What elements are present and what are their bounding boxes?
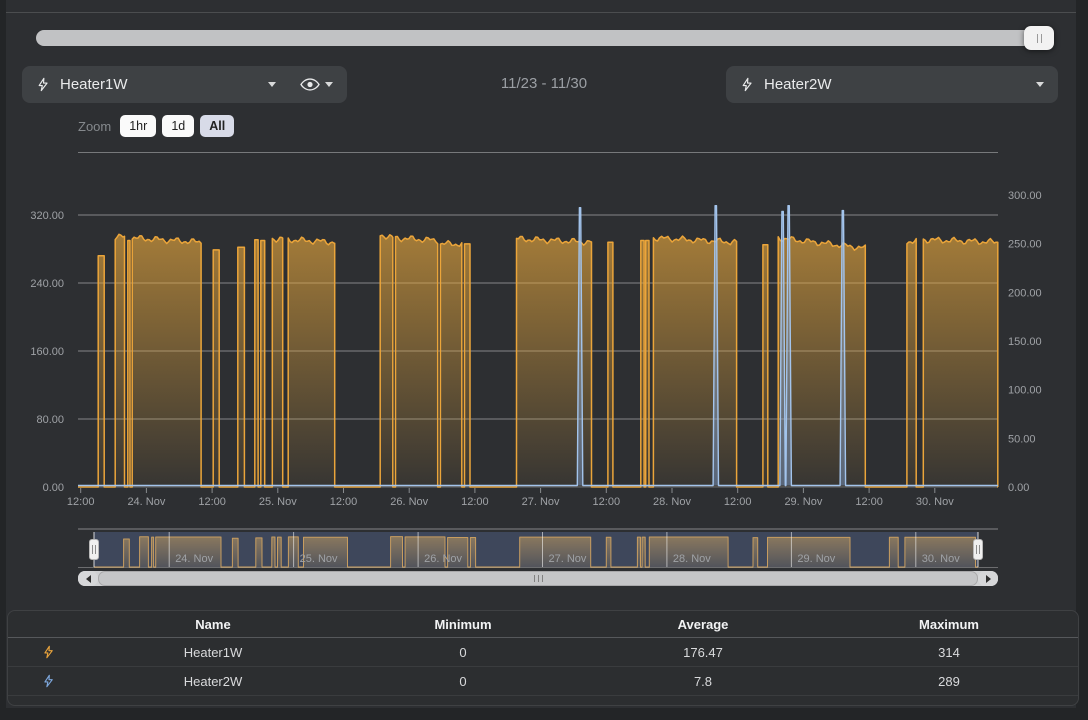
zoom-controls: Zoom 1hr 1d All xyxy=(78,115,240,137)
svg-text:100.00: 100.00 xyxy=(1008,385,1042,397)
navigator-handle-right[interactable] xyxy=(973,539,983,560)
grip-line xyxy=(92,545,93,554)
top-scrollbar[interactable] xyxy=(36,30,1052,46)
svg-text:320.00: 320.00 xyxy=(30,210,64,222)
row-max: 289 xyxy=(818,674,1079,689)
sensor-right-label: Heater2W xyxy=(764,76,832,93)
svg-text:12:00: 12:00 xyxy=(855,496,883,508)
svg-text:12:00: 12:00 xyxy=(67,496,95,508)
svg-text:12:00: 12:00 xyxy=(593,496,621,508)
arrow-left-icon xyxy=(86,575,91,583)
svg-text:300.00: 300.00 xyxy=(1008,190,1042,202)
svg-text:0.00: 0.00 xyxy=(43,482,64,494)
svg-text:26. Nov: 26. Nov xyxy=(390,496,428,508)
row-avg: 176.47 xyxy=(588,645,818,660)
table-header-row: Name Minimum Average Maximum xyxy=(8,611,1078,638)
zoom-1hr-button[interactable]: 1hr xyxy=(120,115,156,137)
sensor-right-dropdown[interactable]: Heater2W xyxy=(726,66,1058,103)
svg-text:0.00: 0.00 xyxy=(1008,482,1029,494)
svg-text:50.00: 50.00 xyxy=(1008,433,1036,445)
chevron-down-icon xyxy=(1036,82,1044,87)
svg-text:26. Nov: 26. Nov xyxy=(424,553,462,565)
header-maximum: Maximum xyxy=(818,617,1079,632)
svg-text:160.00: 160.00 xyxy=(30,346,64,358)
zoom-label: Zoom xyxy=(78,119,111,134)
svg-text:24. Nov: 24. Nov xyxy=(127,496,165,508)
grip-line xyxy=(542,575,543,582)
header-name: Name xyxy=(88,617,338,632)
icon-cell xyxy=(8,644,88,660)
zoom-1d-button[interactable]: 1d xyxy=(162,115,194,137)
table-row-heater1w: Heater1W 0 176.47 314 xyxy=(8,638,1078,667)
svg-text:24. Nov: 24. Nov xyxy=(175,553,213,565)
svg-text:150.00: 150.00 xyxy=(1008,336,1042,348)
grip-line xyxy=(976,545,977,554)
svg-text:27. Nov: 27. Nov xyxy=(522,496,560,508)
row-max: 314 xyxy=(818,645,1079,660)
svg-text:80.00: 80.00 xyxy=(36,414,64,426)
grip-line xyxy=(1037,34,1038,43)
stats-table: Name Minimum Average Maximum Heater1W 0 … xyxy=(7,610,1079,706)
main-chart[interactable]: 0.00 80.00 160.00 240.00 320.00 0.00 50.00 100.… xyxy=(0,150,1088,515)
svg-text:30. Nov: 30. Nov xyxy=(922,553,960,565)
row-min: 0 xyxy=(338,674,588,689)
svg-text:12:00: 12:00 xyxy=(461,496,489,508)
grip-line xyxy=(534,575,535,582)
svg-text:250.00: 250.00 xyxy=(1008,239,1042,251)
grip-line xyxy=(979,545,980,554)
svg-text:200.00: 200.00 xyxy=(1008,287,1042,299)
svg-text:30. Nov: 30. Nov xyxy=(916,496,954,508)
scrollbar-thumb[interactable] xyxy=(98,571,978,586)
svg-text:12:00: 12:00 xyxy=(724,496,752,508)
icon-cell xyxy=(8,673,88,689)
row-name: Heater1W xyxy=(88,645,338,660)
lightning-bolt-icon xyxy=(42,673,55,689)
svg-text:27. Nov: 27. Nov xyxy=(549,553,587,565)
svg-text:12:00: 12:00 xyxy=(198,496,226,508)
svg-text:25. Nov: 25. Nov xyxy=(259,496,297,508)
header-minimum: Minimum xyxy=(338,617,588,632)
svg-text:28. Nov: 28. Nov xyxy=(673,553,711,565)
table-row-heater2w: Heater2W 0 7.8 289 xyxy=(8,667,1078,696)
svg-text:28. Nov: 28. Nov xyxy=(653,496,691,508)
lightning-bolt-icon xyxy=(42,644,55,660)
chart-scrollbar[interactable] xyxy=(78,571,998,586)
svg-text:29. Nov: 29. Nov xyxy=(797,553,835,565)
row-avg: 7.8 xyxy=(588,674,818,689)
grip-line xyxy=(95,545,96,554)
svg-text:25. Nov: 25. Nov xyxy=(300,553,338,565)
top-divider xyxy=(6,12,1076,13)
lightning-bolt-icon xyxy=(740,76,754,93)
grip-line xyxy=(538,575,539,582)
arrow-right-icon xyxy=(986,575,991,583)
row-min: 0 xyxy=(338,645,588,660)
header-average: Average xyxy=(588,617,818,632)
top-scrollbar-handle[interactable] xyxy=(1024,26,1054,50)
row-name: Heater2W xyxy=(88,674,338,689)
grip-line xyxy=(1041,34,1042,43)
zoom-all-button[interactable]: All xyxy=(200,115,234,137)
scroll-right-button[interactable] xyxy=(978,571,998,586)
svg-text:240.00: 240.00 xyxy=(30,278,64,290)
navigator[interactable]: 24. Nov 25. Nov 26. Nov 27. Nov 28. Nov 29. N… xyxy=(78,528,998,570)
scroll-left-button[interactable] xyxy=(78,571,98,586)
svg-text:12:00: 12:00 xyxy=(330,496,358,508)
svg-text:29. Nov: 29. Nov xyxy=(784,496,822,508)
navigator-handle-left[interactable] xyxy=(89,539,99,560)
power-monitor-page: Heater1W 11/23 - 11/30 Heater2W Zoom 1hr… xyxy=(0,0,1088,720)
